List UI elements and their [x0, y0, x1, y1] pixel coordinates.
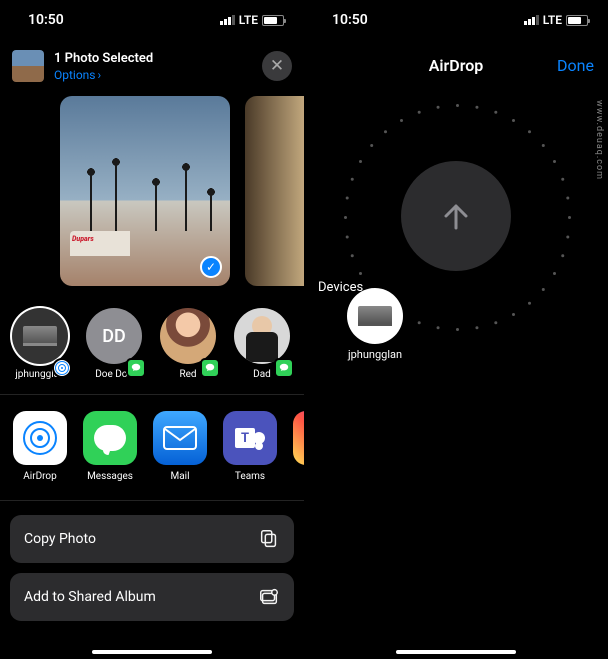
messages-badge-icon — [274, 358, 294, 378]
avatar-laptop — [12, 308, 68, 364]
contact-dad[interactable]: Dad — [228, 308, 296, 380]
action-copy-photo[interactable]: Copy Photo — [10, 515, 294, 563]
close-icon: ✕ — [270, 56, 284, 76]
instagram-icon — [293, 411, 304, 465]
status-bar: 10:50 LTE — [0, 0, 304, 40]
photo-preview-1[interactable]: Dupars ✓ — [60, 96, 230, 286]
airdrop-icon — [13, 411, 67, 465]
home-indicator[interactable] — [396, 650, 516, 654]
watermark: www.deuaq.com — [594, 100, 604, 180]
status-time: 10:50 — [332, 12, 368, 28]
app-mail[interactable]: Mail — [148, 411, 212, 482]
carrier-label: LTE — [239, 13, 258, 27]
battery-icon — [262, 15, 284, 26]
device-avatar — [347, 288, 403, 344]
status-right: LTE — [220, 13, 284, 27]
messages-badge-icon — [126, 358, 146, 378]
avatar-initials: DD — [86, 308, 142, 364]
status-bar: 10:50 LTE — [304, 0, 608, 40]
radar-center — [401, 161, 511, 271]
carrier-label: LTE — [543, 13, 562, 27]
copy-icon — [258, 528, 280, 550]
device-label: jphungglan — [335, 348, 415, 361]
action-label: Add to Shared Album — [24, 589, 156, 605]
share-title: 1 Photo Selected — [54, 51, 153, 66]
app-label: Mail — [148, 471, 212, 482]
status-time: 10:50 — [28, 12, 64, 28]
close-button[interactable]: ✕ — [262, 51, 292, 81]
action-label: Copy Photo — [24, 531, 96, 547]
contact-red[interactable]: Red — [154, 308, 222, 380]
app-label: Teams — [218, 471, 282, 482]
app-teams[interactable]: T Teams — [218, 411, 282, 482]
share-apps-row[interactable]: AirDrop Messages Mail T Teams In — [0, 395, 304, 501]
airdrop-radar: jphungglan — [341, 101, 571, 331]
messages-icon — [83, 411, 137, 465]
app-instagram[interactable]: In — [288, 411, 304, 482]
contact-doe-doe[interactable]: DD Doe Doe — [80, 308, 148, 380]
app-label: AirDrop — [8, 471, 72, 482]
messages-badge-icon — [200, 358, 220, 378]
photo-sign-text: Dupars — [72, 235, 94, 243]
action-list: Copy Photo Add to Shared Album — [0, 501, 304, 635]
action-add-shared-album[interactable]: Add to Shared Album — [10, 573, 294, 621]
airdrop-header: AirDrop Done — [304, 40, 608, 91]
photo-preview-2[interactable] — [245, 96, 304, 286]
selected-thumbnail[interactable] — [12, 50, 44, 82]
share-sheet-screen: 10:50 LTE 1 Photo Selected Options › ✕ D… — [0, 0, 304, 659]
avatar-memoji — [160, 308, 216, 364]
selected-check-icon: ✓ — [200, 256, 222, 278]
options-link[interactable]: Options › — [54, 68, 153, 82]
airdrop-screen: 10:50 LTE AirDrop Done jphungglan Device… — [304, 0, 608, 659]
battery-icon — [566, 15, 588, 26]
done-button[interactable]: Done — [557, 56, 594, 75]
teams-icon: T — [223, 411, 277, 465]
home-indicator[interactable] — [92, 650, 212, 654]
share-header: 1 Photo Selected Options › ✕ — [0, 40, 304, 92]
avatar-photo — [234, 308, 290, 364]
app-messages[interactable]: Messages — [78, 411, 142, 482]
contact-jphungglan[interactable]: jphungglan — [6, 308, 74, 380]
shared-album-icon — [258, 586, 280, 608]
mail-icon — [153, 411, 207, 465]
chevron-right-icon: › — [98, 68, 102, 82]
signal-icon — [524, 15, 539, 25]
devices-heading: Devices — [318, 280, 363, 295]
airdrop-badge-icon — [52, 358, 72, 378]
status-right: LTE — [524, 13, 588, 27]
share-contacts-row[interactable]: jphungglan DD Doe Doe Red Dad M — [0, 294, 304, 395]
device-jphungglan[interactable]: jphungglan — [335, 288, 415, 361]
signal-icon — [220, 15, 235, 25]
app-label: In — [288, 471, 304, 482]
app-label: Messages — [78, 471, 142, 482]
arrow-up-icon — [434, 194, 478, 238]
app-airdrop[interactable]: AirDrop — [8, 411, 72, 482]
photo-preview-row[interactable]: Dupars ✓ — [0, 92, 304, 294]
